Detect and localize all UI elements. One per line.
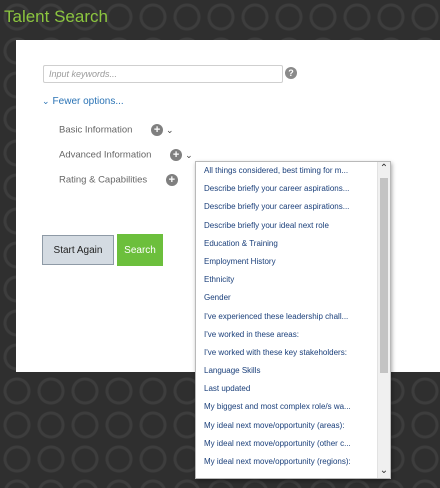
- plus-circle-icon[interactable]: +: [151, 124, 164, 136]
- scrollbar-thumb[interactable]: [380, 178, 388, 373]
- dropdown-option[interactable]: My ideal next move/opportunity (other c.…: [196, 435, 380, 453]
- header: Talent Search: [0, 0, 440, 40]
- fewer-options-toggle[interactable]: ⌄ Fewer options...: [42, 96, 124, 107]
- plus-circle-icon[interactable]: +: [170, 149, 183, 161]
- option-row-advanced-information: Advanced Information + ⌄: [59, 149, 193, 161]
- dropdown-option[interactable]: Describe briefly your ideal next role: [196, 217, 380, 235]
- option-label: Rating & Capabilities: [59, 174, 148, 186]
- dropdown-option[interactable]: Ethnicity: [196, 271, 380, 289]
- dropdown-option[interactable]: I've experienced these leadership chall.…: [196, 308, 380, 326]
- chevron-down-icon[interactable]: ⌄: [185, 150, 193, 160]
- dropdown-option[interactable]: Describe briefly your career aspirations…: [196, 198, 380, 216]
- option-row-rating-capabilities: Rating & Capabilities +: [59, 174, 178, 186]
- dropdown-option[interactable]: Language Skills: [196, 362, 380, 380]
- start-again-button[interactable]: Start Again: [42, 235, 114, 265]
- dropdown-option[interactable]: Gender: [196, 289, 380, 307]
- chevron-up-icon[interactable]: ⌃: [378, 162, 390, 176]
- search-button[interactable]: Search: [117, 234, 163, 266]
- dropdown-option[interactable]: My ideal next move/opportunity (areas):: [196, 417, 380, 435]
- page-title: Talent Search: [4, 7, 108, 26]
- fewer-options-label: Fewer options...: [52, 96, 124, 107]
- dropdown-option[interactable]: I've worked in these areas:: [196, 326, 380, 344]
- dropdown-option[interactable]: Last updated: [196, 380, 380, 398]
- plus-circle-icon[interactable]: +: [165, 174, 178, 186]
- chevron-down-icon[interactable]: ⌄: [166, 125, 174, 135]
- dropdown-option[interactable]: Describe briefly your career aspirations…: [196, 180, 380, 198]
- keyword-search-input[interactable]: [43, 65, 283, 83]
- dropdown-option[interactable]: Education & Training: [196, 235, 380, 253]
- chevron-down-icon[interactable]: ⌄: [378, 464, 390, 478]
- dropdown-options: All things considered, best timing for m…: [196, 162, 380, 471]
- help-icon[interactable]: ?: [285, 67, 297, 79]
- option-label: Advanced Information: [59, 149, 152, 161]
- field-dropdown-list[interactable]: All things considered, best timing for m…: [195, 161, 391, 479]
- dropdown-option[interactable]: My biggest and most complex role/s wa...: [196, 398, 380, 416]
- dropdown-option[interactable]: I've worked with these key stakeholders:: [196, 344, 380, 362]
- dropdown-option[interactable]: Employment History: [196, 253, 380, 271]
- dropdown-option[interactable]: My ideal next move/opportunity (regions)…: [196, 453, 380, 471]
- dropdown-option[interactable]: All things considered, best timing for m…: [196, 162, 380, 180]
- dropdown-scrollbar[interactable]: ⌃ ⌄: [377, 162, 390, 478]
- option-label: Basic Information: [59, 124, 133, 136]
- chevron-down-icon: ⌄: [42, 96, 50, 106]
- option-row-basic-information: Basic Information + ⌄: [59, 124, 174, 136]
